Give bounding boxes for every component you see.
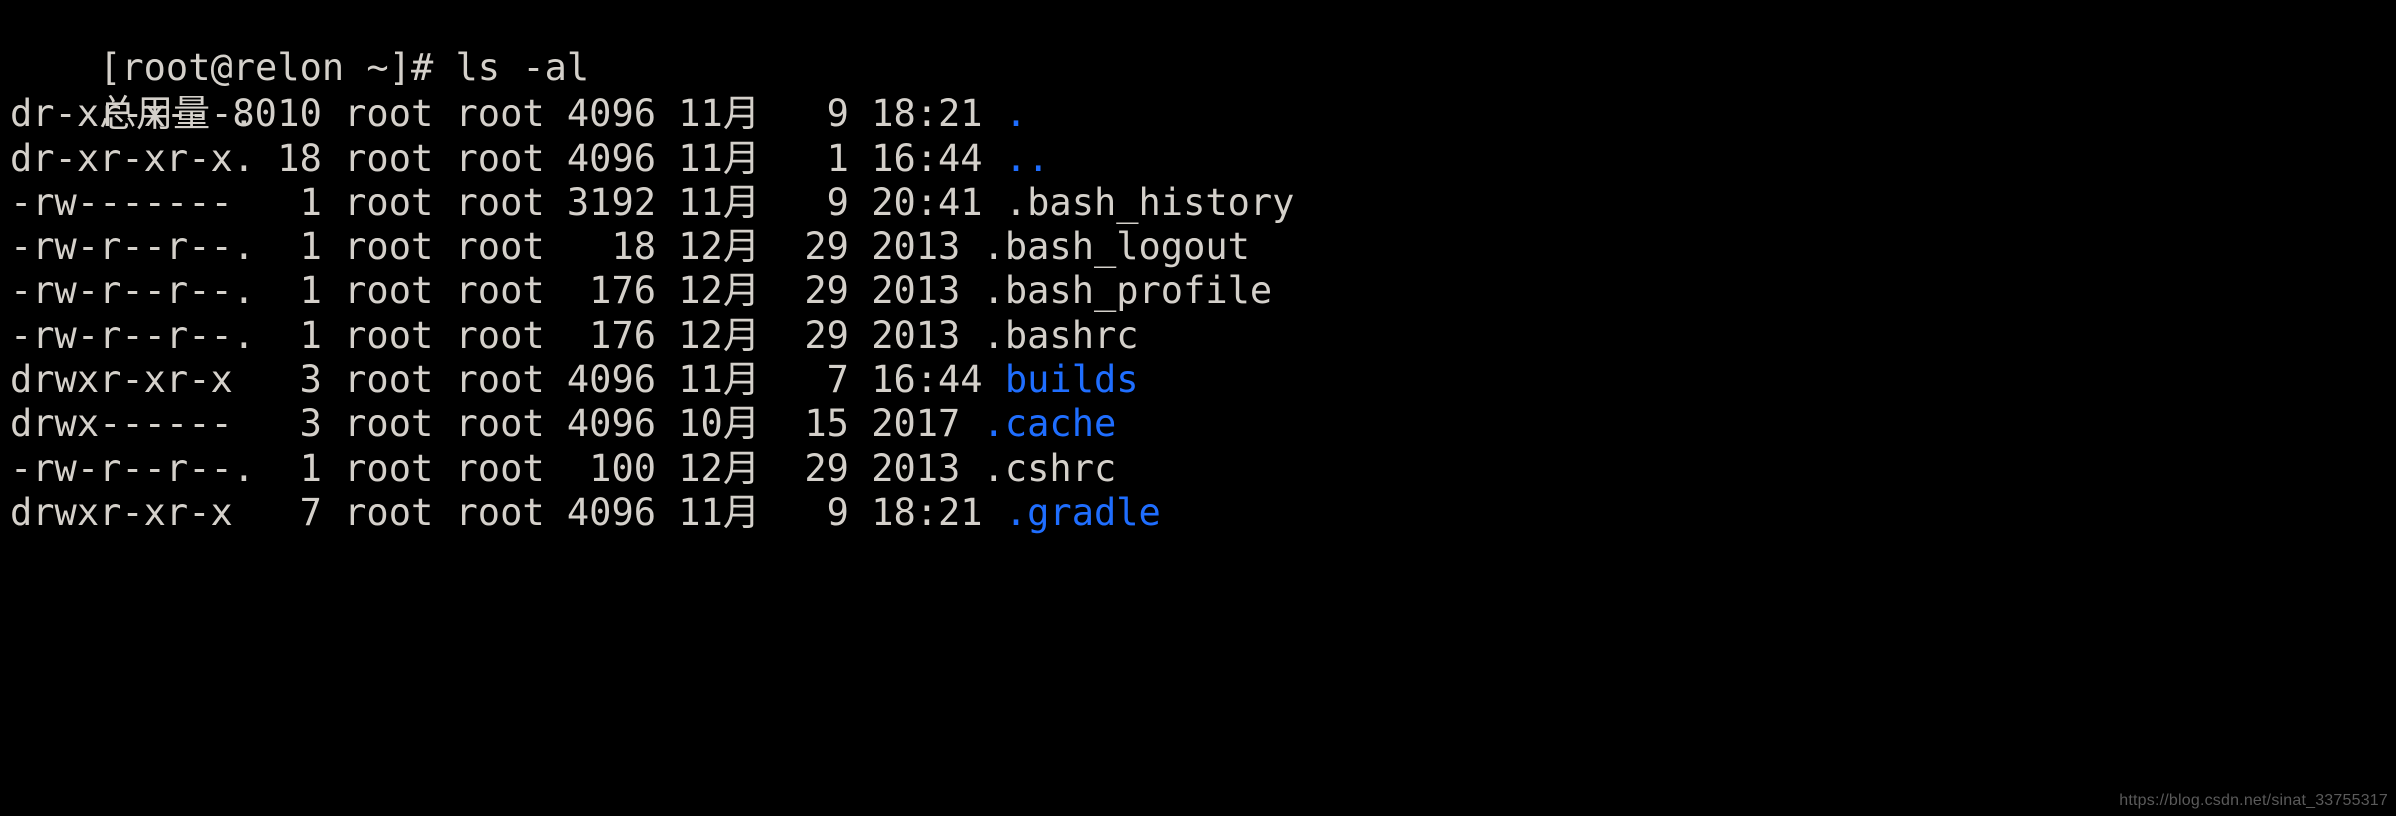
listing-row-metadata: drwxr-xr-x 3 root root 4096 11月 7 16:44 (10, 358, 1005, 402)
listing-row-filename[interactable]: .. (1005, 137, 1050, 180)
listing-row: dr-xr-x---. 10 root root 4096 11月 9 18:2… (0, 92, 2396, 136)
prompt-line: [root@relon ~]# ls -al (0, 0, 2396, 89)
terminal-window[interactable]: [root@relon ~]# ls -al 总用量 80 dr-xr-x---… (0, 0, 2396, 816)
file-listing: dr-xr-x---. 10 root root 4096 11月 9 18:2… (0, 92, 2396, 535)
listing-row-metadata: -rw-r--r--. 1 root root 176 12月 29 2013 (10, 269, 983, 313)
listing-row-metadata: drwx------ 3 root root 4096 10月 15 2017 (10, 402, 983, 446)
listing-row: -rw-r--r--. 1 root root 100 12月 29 2013 … (0, 447, 2396, 491)
listing-row: drwxr-xr-x 7 root root 4096 11月 9 18:21 … (0, 491, 2396, 535)
watermark-text: https://blog.csdn.net/sinat_33755317 (2119, 792, 2388, 809)
listing-row-filename[interactable]: .bashrc (983, 314, 1139, 357)
listing-row-metadata: -rw-r--r--. 1 root root 176 12月 29 2013 (10, 313, 983, 357)
listing-row-filename[interactable]: . (1005, 92, 1027, 135)
listing-row-metadata: dr-xr-xr-x. 18 root root 4096 11月 1 16:4… (10, 136, 1005, 180)
listing-row: -rw------- 1 root root 3192 11月 9 20:41 … (0, 181, 2396, 225)
listing-row: -rw-r--r--. 1 root root 18 12月 29 2013 .… (0, 225, 2396, 269)
listing-row: dr-xr-xr-x. 18 root root 4096 11月 1 16:4… (0, 137, 2396, 181)
listing-row-metadata: drwxr-xr-x 7 root root 4096 11月 9 18:21 (10, 490, 1005, 534)
listing-row-filename[interactable]: .cache (983, 402, 1117, 445)
listing-row-metadata: -rw-r--r--. 1 root root 18 12月 29 2013 (10, 225, 983, 269)
listing-row: -rw-r--r--. 1 root root 176 12月 29 2013 … (0, 314, 2396, 358)
listing-row-metadata: -rw------- 1 root root 3192 11月 9 20:41 (10, 180, 1005, 224)
listing-row-metadata: -rw-r--r--. 1 root root 100 12月 29 2013 (10, 446, 983, 490)
listing-row-filename[interactable]: .gradle (1005, 491, 1161, 534)
listing-row-metadata: dr-xr-x---. 10 root root 4096 11月 9 18:2… (10, 92, 1005, 136)
prompt-text: [root@relon ~]# ls -al (99, 46, 590, 90)
listing-row-filename[interactable]: builds (1005, 358, 1139, 401)
listing-row-filename[interactable]: .cshrc (983, 447, 1117, 490)
listing-row-filename[interactable]: .bash_logout (983, 225, 1250, 268)
listing-row-filename[interactable]: .bash_profile (983, 269, 1273, 312)
listing-row-filename[interactable]: .bash_history (1005, 181, 1295, 224)
watermark: https://blog.csdn.net/sinat_33755317 (2119, 792, 2388, 810)
listing-row: drwxr-xr-x 3 root root 4096 11月 7 16:44 … (0, 358, 2396, 402)
listing-row: drwx------ 3 root root 4096 10月 15 2017 … (0, 402, 2396, 446)
listing-row: -rw-r--r--. 1 root root 176 12月 29 2013 … (0, 269, 2396, 313)
